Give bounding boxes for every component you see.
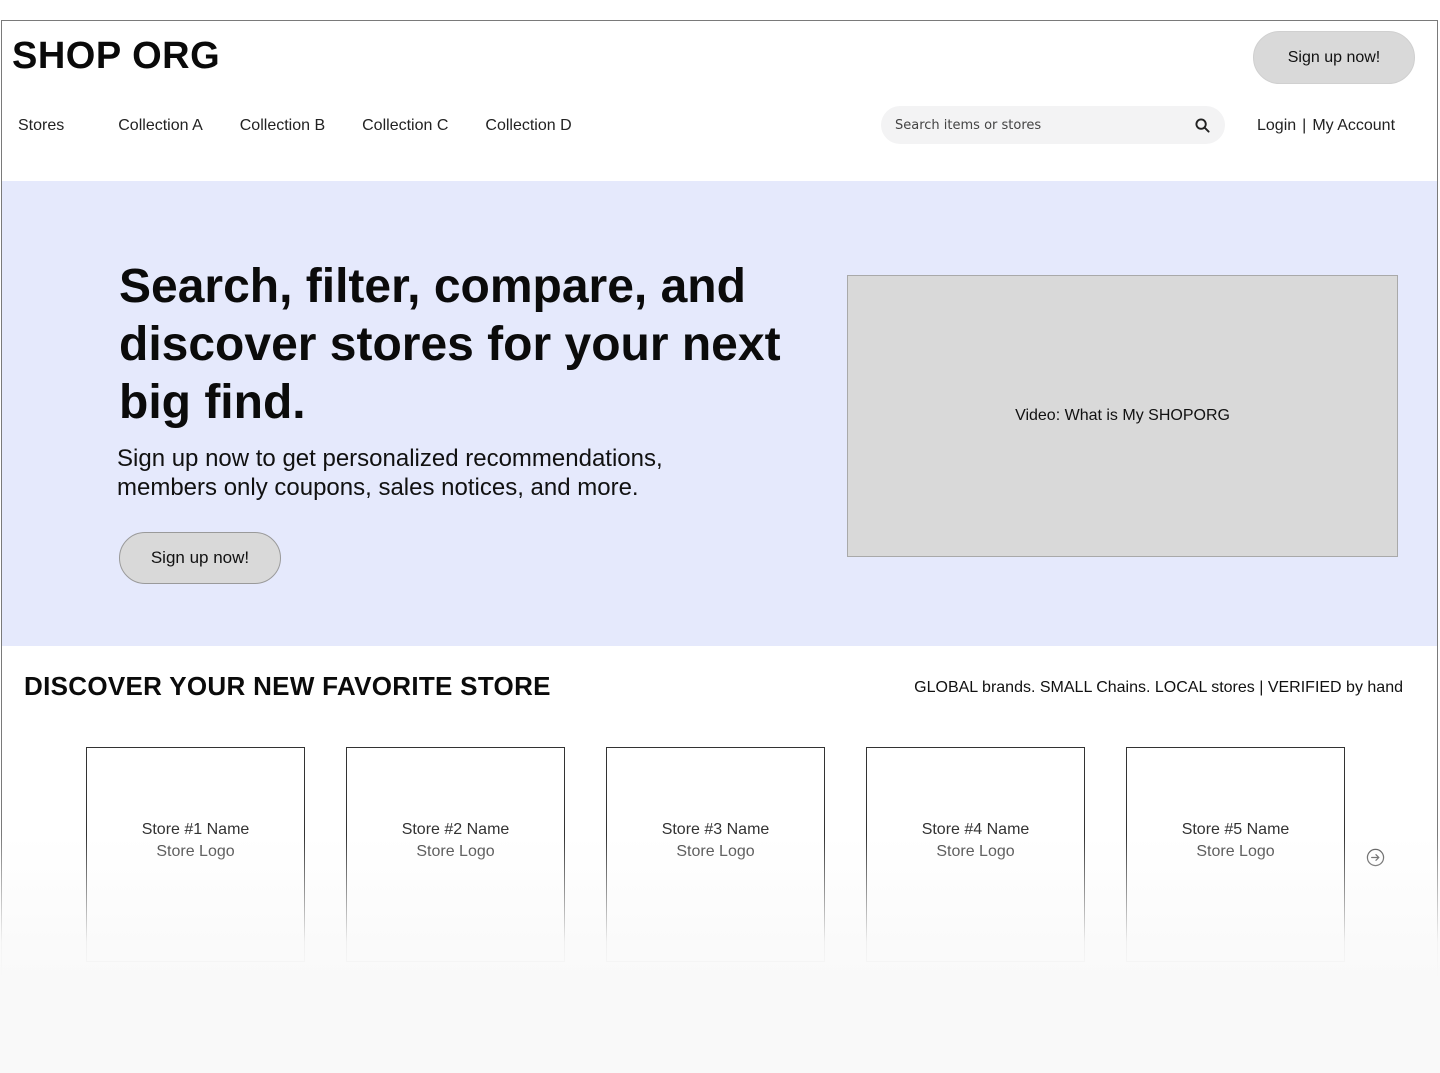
store-card-1[interactable]: Store #1 Name Store Logo <box>86 747 305 962</box>
video-placeholder[interactable]: Video: What is My SHOPORG <box>847 275 1398 557</box>
nav-item-collection-c[interactable]: Collection C <box>362 117 448 135</box>
nav-item-collection-b[interactable]: Collection B <box>240 117 325 135</box>
store-card-4[interactable]: Store #4 Name Store Logo <box>866 747 1085 962</box>
store-name: Store #5 Name <box>1181 820 1290 838</box>
hero-section: Search, filter, compare, and discover st… <box>2 181 1437 646</box>
search-input[interactable] <box>893 116 1193 134</box>
store-name: Store #4 Name <box>921 820 1030 838</box>
header-signup-button[interactable]: Sign up now! <box>1253 31 1415 84</box>
my-account-link[interactable]: My Account <box>1312 117 1395 134</box>
search-icon[interactable] <box>1193 116 1211 134</box>
store-logo: Store Logo <box>156 842 235 860</box>
hero-signup-button[interactable]: Sign up now! <box>119 532 281 584</box>
store-card-5[interactable]: Store #5 Name Store Logo <box>1126 747 1345 962</box>
discover-title: DISCOVER YOUR NEW FAVORITE STORE <box>24 671 551 701</box>
main-nav: Stores Collection A Collection B Collect… <box>18 117 609 135</box>
store-logo: Store Logo <box>936 842 1015 860</box>
store-name: Store #2 Name <box>401 820 510 838</box>
store-name: Store #3 Name <box>661 820 770 838</box>
store-card-3[interactable]: Store #3 Name Store Logo <box>606 747 825 962</box>
store-logo: Store Logo <box>1196 842 1275 860</box>
search-bar <box>881 106 1225 144</box>
nav-item-stores[interactable]: Stores <box>18 117 64 135</box>
account-links: Login | My Account <box>1257 117 1395 135</box>
site-logo[interactable]: SHOP ORG <box>12 35 220 78</box>
store-logo: Store Logo <box>416 842 495 860</box>
login-link[interactable]: Login <box>1257 117 1296 134</box>
nav-item-collection-a[interactable]: Collection A <box>118 117 203 135</box>
store-name: Store #1 Name <box>141 820 250 838</box>
page-frame: SHOP ORG Sign up now! Stores Collection … <box>1 20 1438 1072</box>
store-logo: Store Logo <box>676 842 755 860</box>
hero-title: Search, filter, compare, and discover st… <box>119 260 781 429</box>
video-label: Video: What is My SHOPORG <box>1015 407 1230 424</box>
arrow-right-circle-icon[interactable] <box>1365 847 1385 867</box>
store-card-2[interactable]: Store #2 Name Store Logo <box>346 747 565 962</box>
account-separator: | <box>1302 117 1307 134</box>
discover-tagline: GLOBAL brands. SMALL Chains. LOCAL store… <box>914 679 1403 696</box>
nav-item-collection-d[interactable]: Collection D <box>485 117 571 135</box>
hero-subtitle: Sign up now to get personalized recommen… <box>117 445 663 501</box>
